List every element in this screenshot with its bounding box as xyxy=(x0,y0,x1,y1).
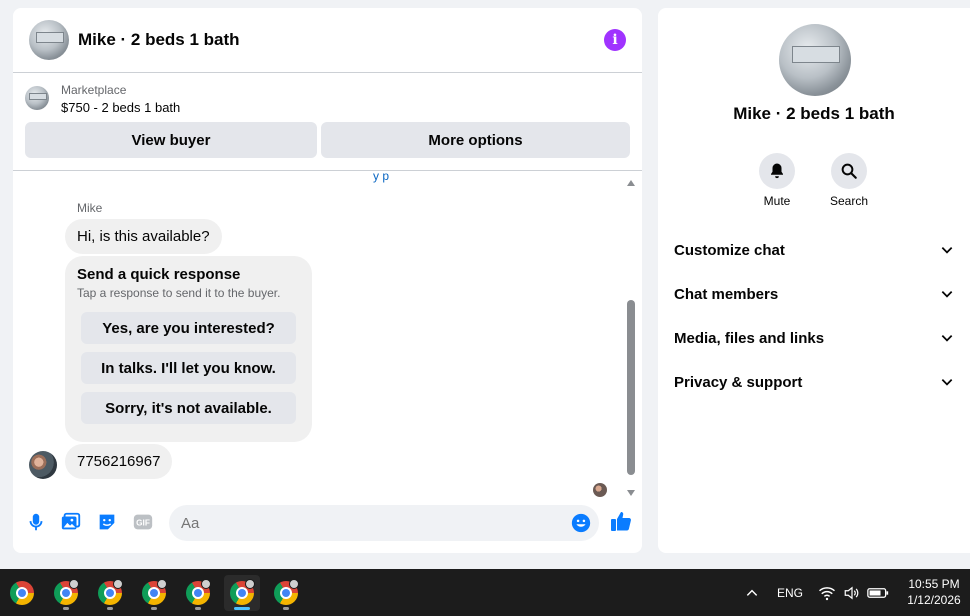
chat-title[interactable]: Mike · 2 beds 1 bath xyxy=(78,30,240,50)
listing-avatar[interactable] xyxy=(29,20,69,60)
system-clock[interactable]: 10:55 PM 1/12/2026 xyxy=(900,576,968,608)
listing-price-title: $750 - 2 beds 1 bath xyxy=(61,100,181,115)
microphone-icon[interactable] xyxy=(25,511,47,533)
clock-time: 10:55 PM xyxy=(908,577,960,591)
details-menu: Customize chat Chat members Media, files… xyxy=(658,228,970,404)
photo-icon[interactable] xyxy=(60,511,82,533)
taskbar: ENG 10:55 PM 1/12/2026 xyxy=(0,569,970,616)
wifi-icon[interactable] xyxy=(818,569,836,616)
view-buyer-button[interactable]: View buyer xyxy=(25,122,317,158)
menu-item-chat-members[interactable]: Chat members xyxy=(658,272,970,316)
gif-icon[interactable]: GIF xyxy=(132,511,154,533)
profile-badge-icon xyxy=(69,579,79,589)
menu-item-customize-chat[interactable]: Customize chat xyxy=(658,228,970,272)
menu-item-privacy-support[interactable]: Privacy & support xyxy=(658,360,970,404)
profile-badge-icon xyxy=(157,579,167,589)
chrome-icon xyxy=(10,581,34,605)
mute-button[interactable]: Mute xyxy=(747,153,807,208)
clock-date: 1/12/2026 xyxy=(907,593,961,607)
scroll-thumb[interactable] xyxy=(627,300,635,475)
quick-response-option[interactable]: In talks. I'll let you know. xyxy=(81,352,296,384)
quick-response-title: Send a quick response xyxy=(77,266,241,283)
taskbar-chrome-app[interactable] xyxy=(4,575,40,611)
profile-badge-icon xyxy=(289,579,299,589)
taskbar-chrome-profile-app-active[interactable] xyxy=(224,575,260,611)
more-options-button[interactable]: More options xyxy=(321,122,630,158)
show-hidden-icons-button[interactable] xyxy=(745,569,759,616)
info-icon[interactable]: i xyxy=(604,29,626,51)
taskbar-chrome-profile-app[interactable] xyxy=(92,575,128,611)
battery-icon[interactable] xyxy=(867,569,889,616)
taskbar-chrome-profile-app[interactable] xyxy=(268,575,304,611)
emoji-icon[interactable] xyxy=(571,513,591,533)
profile-badge-icon xyxy=(245,579,255,589)
taskbar-chrome-profile-app[interactable] xyxy=(180,575,216,611)
buyer-avatar[interactable] xyxy=(29,451,57,479)
menu-item-media-files-links[interactable]: Media, files and links xyxy=(658,316,970,360)
message-bubble[interactable]: 7756216967 xyxy=(65,444,173,479)
composer: GIF xyxy=(13,503,642,543)
mute-label: Mute xyxy=(763,194,791,208)
conversation-details-panel: Mike · 2 beds 1 bath Mute Search Customi… xyxy=(658,8,970,553)
profile-name: Mike · 2 beds 1 bath xyxy=(733,104,895,123)
gif-label: GIF xyxy=(136,519,150,528)
listing-thumbnail[interactable] xyxy=(25,86,49,110)
language-indicator[interactable]: ENG xyxy=(777,569,803,616)
scroll-down-arrow-icon[interactable] xyxy=(627,490,635,496)
sender-name: Mike xyxy=(77,201,103,215)
chat-panel: Mike · 2 beds 1 bath i Marketplace $750 … xyxy=(13,8,642,553)
seen-indicator-avatar xyxy=(593,483,607,497)
partial-message-text: y p xyxy=(373,171,390,183)
search-button[interactable]: Search xyxy=(819,153,879,208)
chevron-down-icon xyxy=(941,247,953,254)
chat-header: Mike · 2 beds 1 bath i xyxy=(13,8,642,73)
quick-response-card: Send a quick response Tap a response to … xyxy=(65,256,312,442)
quick-response-subtitle: Tap a response to send it to the buyer. xyxy=(77,286,281,300)
message-input-wrapper[interactable] xyxy=(169,505,599,541)
quick-response-option[interactable]: Yes, are you interested? xyxy=(81,312,296,344)
menu-item-label: Media, files and links xyxy=(674,329,825,347)
chevron-down-icon xyxy=(941,291,953,298)
taskbar-chrome-profile-app[interactable] xyxy=(48,575,84,611)
search-label: Search xyxy=(829,194,869,208)
menu-item-label: Customize chat xyxy=(674,241,785,259)
chevron-down-icon xyxy=(941,335,953,342)
chevron-down-icon xyxy=(941,379,953,386)
chevron-up-icon xyxy=(746,589,758,596)
message-bubble[interactable]: Hi, is this available? xyxy=(65,219,222,254)
profile-avatar[interactable] xyxy=(779,24,851,96)
listing-source: Marketplace xyxy=(61,83,127,97)
search-icon xyxy=(841,163,857,179)
profile-badge-icon xyxy=(201,579,211,589)
scrollbar[interactable] xyxy=(625,178,637,498)
bell-icon xyxy=(771,163,783,179)
volume-icon[interactable] xyxy=(843,569,861,616)
thumbs-up-icon[interactable] xyxy=(609,509,633,533)
taskbar-chrome-profile-app[interactable] xyxy=(136,575,172,611)
message-input[interactable] xyxy=(169,505,599,541)
listing-bar: Marketplace $750 - 2 beds 1 bath View bu… xyxy=(13,73,642,171)
quick-response-option[interactable]: Sorry, it's not available. xyxy=(81,392,296,424)
menu-item-label: Privacy & support xyxy=(674,373,803,391)
profile-badge-icon xyxy=(113,579,123,589)
message-list[interactable]: y p Mike Hi, is this available? Send a q… xyxy=(13,171,642,499)
menu-item-label: Chat members xyxy=(674,285,779,303)
scroll-up-arrow-icon[interactable] xyxy=(627,180,635,186)
sticker-icon[interactable] xyxy=(96,511,118,533)
